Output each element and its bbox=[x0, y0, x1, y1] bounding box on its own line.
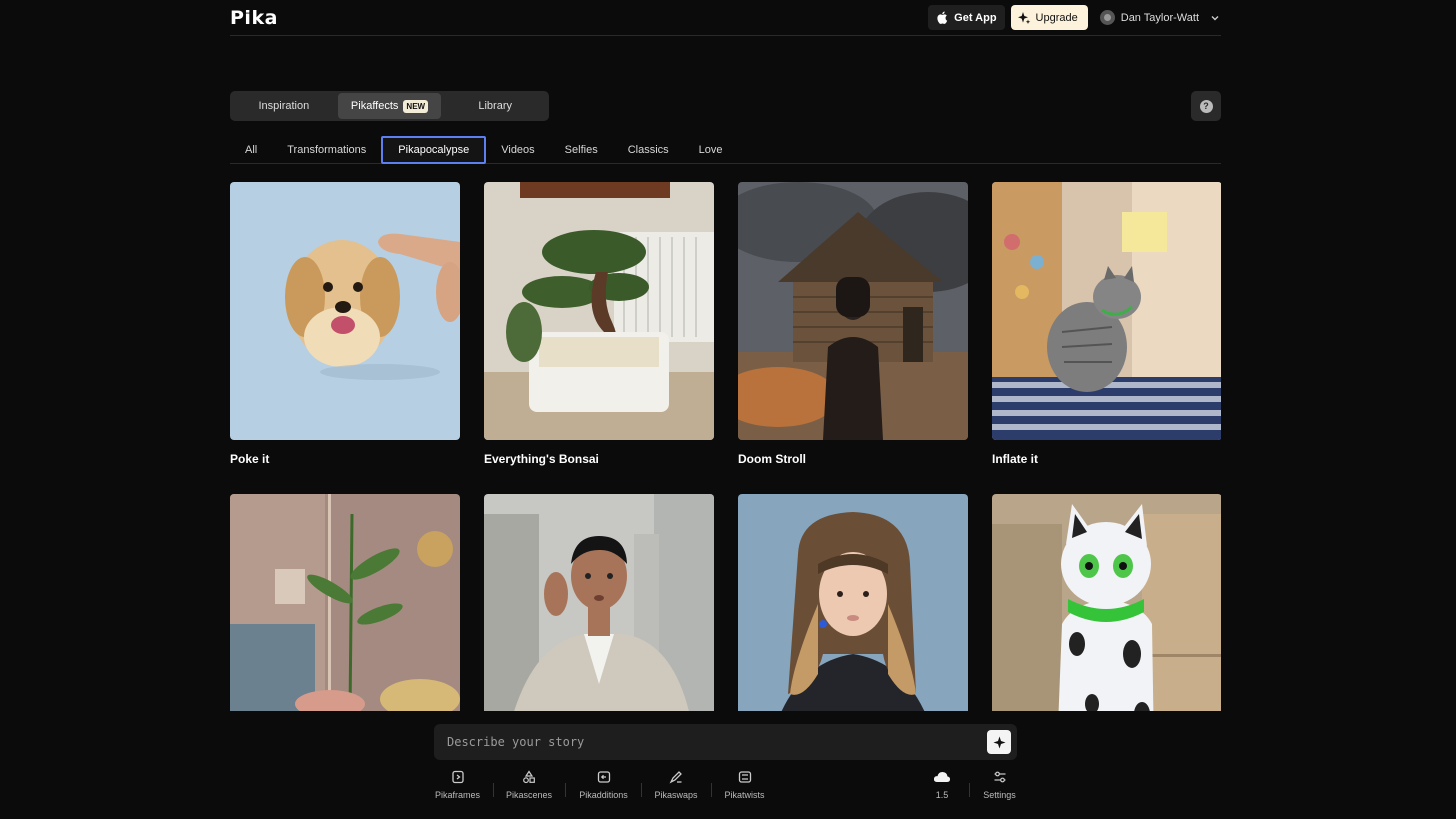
category-tabs: All Transformations Pikapocalypse Videos… bbox=[230, 135, 1221, 164]
effect-thumbnail[interactable] bbox=[230, 182, 460, 440]
category-tab-love[interactable]: Love bbox=[684, 136, 738, 164]
twist-icon bbox=[738, 771, 751, 783]
tool-pikaframes[interactable]: Pikaframes bbox=[434, 770, 481, 800]
effect-card[interactable] bbox=[230, 494, 460, 711]
top-header: Pika Get App Upgrade Dan Taylor-Watt bbox=[230, 0, 1221, 36]
help-button[interactable]: ? bbox=[1191, 91, 1221, 121]
story-input[interactable] bbox=[447, 735, 987, 749]
avatar bbox=[1099, 10, 1115, 25]
main-tabs: Inspiration Pikaffects NEW Library bbox=[230, 91, 549, 121]
tool-settings[interactable]: Settings bbox=[982, 770, 1017, 800]
model-version-label: 1.5 bbox=[935, 790, 949, 800]
effect-title: Everything's Bonsai bbox=[484, 452, 599, 466]
prompt-bar bbox=[434, 724, 1017, 760]
upgrade-button[interactable]: Upgrade bbox=[1010, 5, 1088, 30]
effect-card-poke-it[interactable]: Poke it bbox=[230, 182, 460, 466]
effect-thumbnail[interactable] bbox=[738, 182, 968, 440]
sparkle-icon bbox=[1017, 11, 1030, 24]
user-name: Dan Taylor-Watt bbox=[1120, 11, 1199, 24]
tool-pikadditions[interactable]: Pikadditions bbox=[578, 770, 629, 800]
sparkle-icon bbox=[992, 735, 1006, 749]
apple-icon bbox=[937, 11, 948, 24]
frames-icon bbox=[451, 770, 464, 784]
effect-card-everythings-bonsai[interactable]: Everything's Bonsai bbox=[484, 182, 714, 466]
effect-thumbnail[interactable] bbox=[230, 494, 460, 711]
tool-label: Pikaframes bbox=[434, 790, 480, 800]
header-actions: Get App Upgrade Dan Taylor-Watt bbox=[928, 5, 1221, 30]
help-icon: ? bbox=[1199, 99, 1213, 113]
tab-label: Library bbox=[478, 100, 512, 112]
tool-label: Settings bbox=[983, 790, 1016, 800]
model-version-selector[interactable]: 1.5 bbox=[930, 770, 954, 800]
add-in-icon bbox=[597, 771, 610, 783]
chevron-down-icon bbox=[1211, 15, 1219, 20]
effect-thumbnail[interactable] bbox=[738, 494, 968, 711]
tool-label: Pikadditions bbox=[579, 790, 628, 800]
effect-thumbnail[interactable] bbox=[992, 182, 1221, 440]
new-badge: NEW bbox=[403, 99, 429, 113]
effect-card-doom-stroll[interactable]: Doom Stroll bbox=[738, 182, 968, 466]
effect-card[interactable] bbox=[738, 494, 968, 711]
effect-thumbnail[interactable] bbox=[484, 182, 714, 440]
tool-pikascenes[interactable]: Pikascenes bbox=[505, 770, 553, 800]
tool-bar: Pikaframes Pikascenes Pikadditions Pikas… bbox=[0, 770, 1456, 806]
effect-thumbnail[interactable] bbox=[484, 494, 714, 711]
tool-label: Pikatwists bbox=[724, 790, 765, 800]
tab-label: Pikaffects bbox=[350, 100, 399, 112]
cloud-icon bbox=[933, 772, 951, 782]
category-tab-videos[interactable]: Videos bbox=[486, 136, 549, 164]
tool-pikatwists[interactable]: Pikatwists bbox=[723, 770, 766, 800]
tool-label: Pikascenes bbox=[505, 790, 553, 800]
category-tab-pikapocalypse[interactable]: Pikapocalypse bbox=[381, 135, 487, 164]
tab-inspiration[interactable]: Inspiration bbox=[232, 93, 336, 119]
effect-thumbnail[interactable] bbox=[992, 494, 1221, 711]
effect-card-inflate-it[interactable]: Inflate it bbox=[992, 182, 1221, 466]
effect-card[interactable] bbox=[992, 494, 1221, 711]
tab-pikaffects[interactable]: Pikaffects NEW bbox=[337, 93, 442, 119]
brush-icon bbox=[669, 771, 682, 784]
category-tab-classics[interactable]: Classics bbox=[613, 136, 684, 164]
upgrade-label: Upgrade bbox=[1035, 11, 1078, 24]
effect-card[interactable] bbox=[484, 494, 714, 711]
user-menu[interactable]: Dan Taylor-Watt bbox=[1099, 10, 1221, 25]
effect-title: Poke it bbox=[230, 452, 270, 466]
effects-grid: Poke it Everything's Bonsai Doom Stroll … bbox=[230, 182, 1221, 711]
shapes-icon bbox=[523, 770, 535, 784]
category-tab-transformations[interactable]: Transformations bbox=[272, 136, 381, 164]
sliders-icon bbox=[994, 771, 1005, 783]
category-tab-selfies[interactable]: Selfies bbox=[550, 136, 613, 164]
tab-label: Inspiration bbox=[258, 100, 310, 112]
tab-library[interactable]: Library bbox=[443, 93, 547, 119]
effect-title: Doom Stroll bbox=[738, 452, 806, 466]
tool-label: Pikaswaps bbox=[654, 790, 698, 800]
tool-pikaswaps[interactable]: Pikaswaps bbox=[653, 770, 699, 800]
pika-logo[interactable]: Pika bbox=[230, 7, 278, 29]
get-app-label: Get App bbox=[954, 11, 997, 24]
effect-title: Inflate it bbox=[992, 452, 1039, 466]
generate-button[interactable] bbox=[987, 730, 1011, 754]
get-app-button[interactable]: Get App bbox=[928, 5, 1005, 30]
category-tab-all[interactable]: All bbox=[230, 136, 272, 164]
